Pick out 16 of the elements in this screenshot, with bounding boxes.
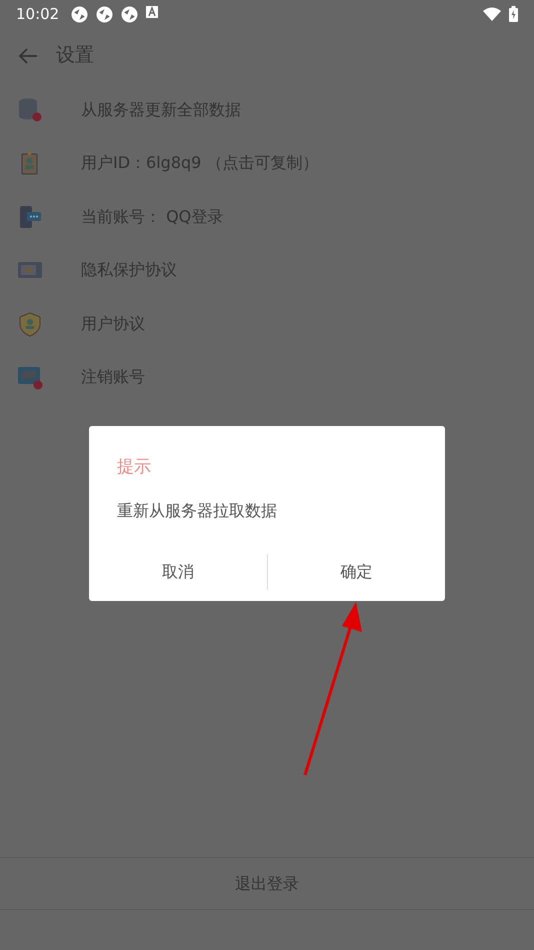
app-notification-icon (71, 6, 88, 22)
shield-icon (17, 310, 43, 337)
status-time: 10:02 (16, 4, 60, 25)
battery-icon (509, 6, 518, 22)
dialog-message: 重新从服务器拉取数据 (117, 500, 278, 522)
back-arrow-icon (18, 46, 38, 64)
dialog-title: 提示 (117, 456, 152, 479)
phone-message-icon (17, 204, 43, 230)
database-icon (17, 96, 43, 123)
wifi-icon (483, 7, 501, 21)
app-notification-icon (121, 6, 138, 22)
dialog-button[interactable]: 取消 (89, 554, 266, 590)
app-notification-icon (96, 6, 114, 22)
keyboard-icon (146, 6, 158, 18)
dialog-button[interactable]: 确定 (268, 554, 445, 590)
monitor-icon (17, 364, 43, 390)
